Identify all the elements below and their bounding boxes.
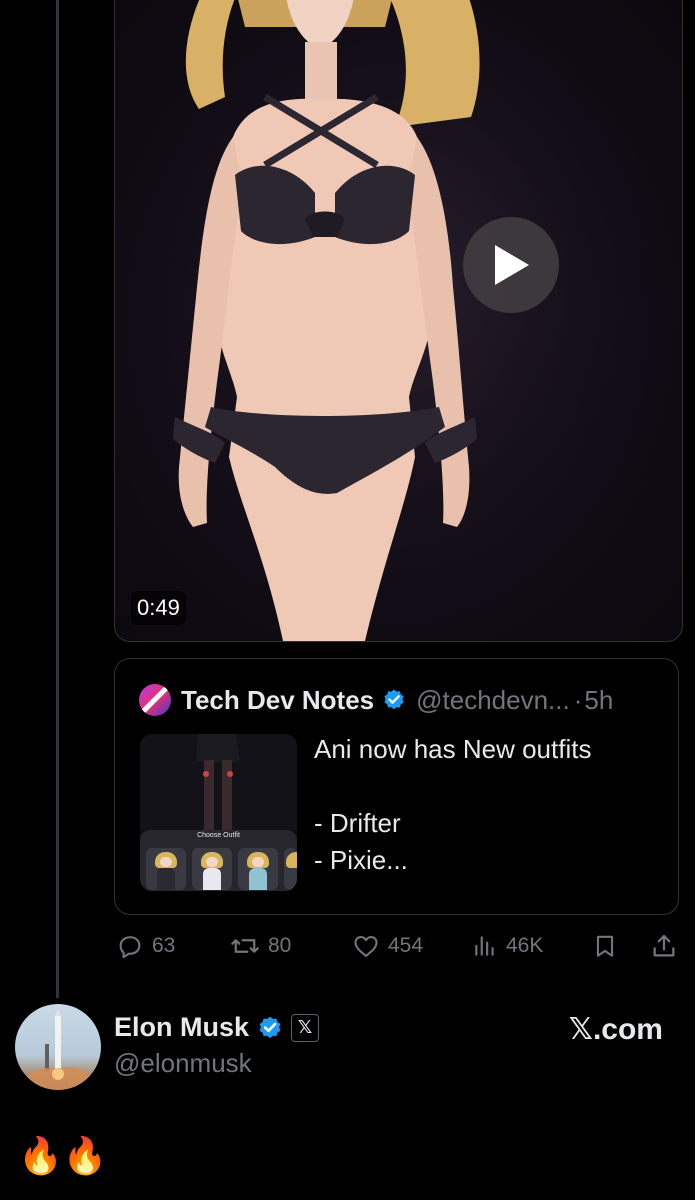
post-text: 🔥🔥	[18, 1135, 108, 1176]
quoted-author-avatar[interactable]	[139, 684, 171, 716]
author-name[interactable]: Elon Musk	[114, 1012, 249, 1043]
author-handle[interactable]: @elonmusk	[114, 1048, 252, 1079]
thumbnail-caption: Choose Outfit	[197, 832, 240, 839]
outfit-tile	[146, 848, 186, 890]
reply-icon	[119, 936, 141, 959]
bookmark-button[interactable]	[592, 928, 618, 964]
affiliate-badge-icon[interactable]: 𝕏	[291, 1013, 320, 1042]
video-duration: 0:49	[131, 591, 186, 625]
share-icon	[653, 934, 675, 957]
quoted-post-header: Tech Dev Notes @techdevn... · 5h	[139, 683, 613, 717]
repost-icon	[231, 939, 259, 953]
quoted-text-line: Ani now has New outfits	[314, 734, 592, 764]
outfit-tile	[192, 848, 232, 890]
view-count: 46K	[506, 934, 544, 957]
meta-separator: ·	[573, 684, 583, 715]
like-button[interactable]: 454	[352, 928, 423, 964]
video-player[interactable]: 0:49	[114, 0, 683, 642]
like-count: 454	[388, 934, 424, 957]
quoted-post-text: Ani now has New outfits - Drifter - Pixi…	[314, 731, 654, 879]
author-avatar[interactable]	[15, 1004, 101, 1090]
views-button[interactable]: 46K	[472, 928, 543, 964]
repost-count: 80	[268, 934, 292, 957]
quoted-post-thumbnail[interactable]: Choose Outfit	[140, 734, 297, 891]
quoted-post[interactable]: Tech Dev Notes @techdevn... · 5h Choose …	[114, 658, 679, 915]
quoted-author-handle[interactable]: @techdevn...	[416, 685, 570, 716]
thumbnail-character-image	[140, 734, 297, 830]
quoted-text-line: - Drifter	[314, 808, 401, 838]
reply-count: 63	[152, 934, 176, 957]
site-link[interactable]: 𝕏.com	[569, 1012, 663, 1047]
verified-badge-icon	[259, 1016, 281, 1038]
share-button[interactable]	[650, 928, 678, 964]
quoted-text-line: - Pixie...	[314, 845, 408, 875]
repost-button[interactable]: 80	[230, 928, 291, 964]
bookmark-icon	[596, 935, 614, 957]
play-icon	[495, 245, 529, 285]
like-icon	[354, 935, 378, 957]
quoted-post-time[interactable]: 5h	[584, 685, 613, 716]
quoted-author-name[interactable]: Tech Dev Notes	[181, 685, 374, 716]
post-action-bar: 63 80 454 46K	[114, 928, 684, 964]
video-frame-image	[115, 0, 682, 641]
outfit-tile	[284, 848, 297, 890]
play-button[interactable]	[463, 217, 559, 313]
author-name-row: Elon Musk 𝕏	[114, 1012, 320, 1043]
views-icon	[475, 936, 494, 956]
reply-button[interactable]: 63	[116, 928, 175, 964]
quoted-text-line	[314, 768, 654, 805]
outfit-tile	[238, 848, 278, 890]
verified-badge-icon	[384, 689, 404, 710]
thread-connector-line	[56, 0, 59, 998]
rocket-launch-image	[15, 1008, 101, 1090]
